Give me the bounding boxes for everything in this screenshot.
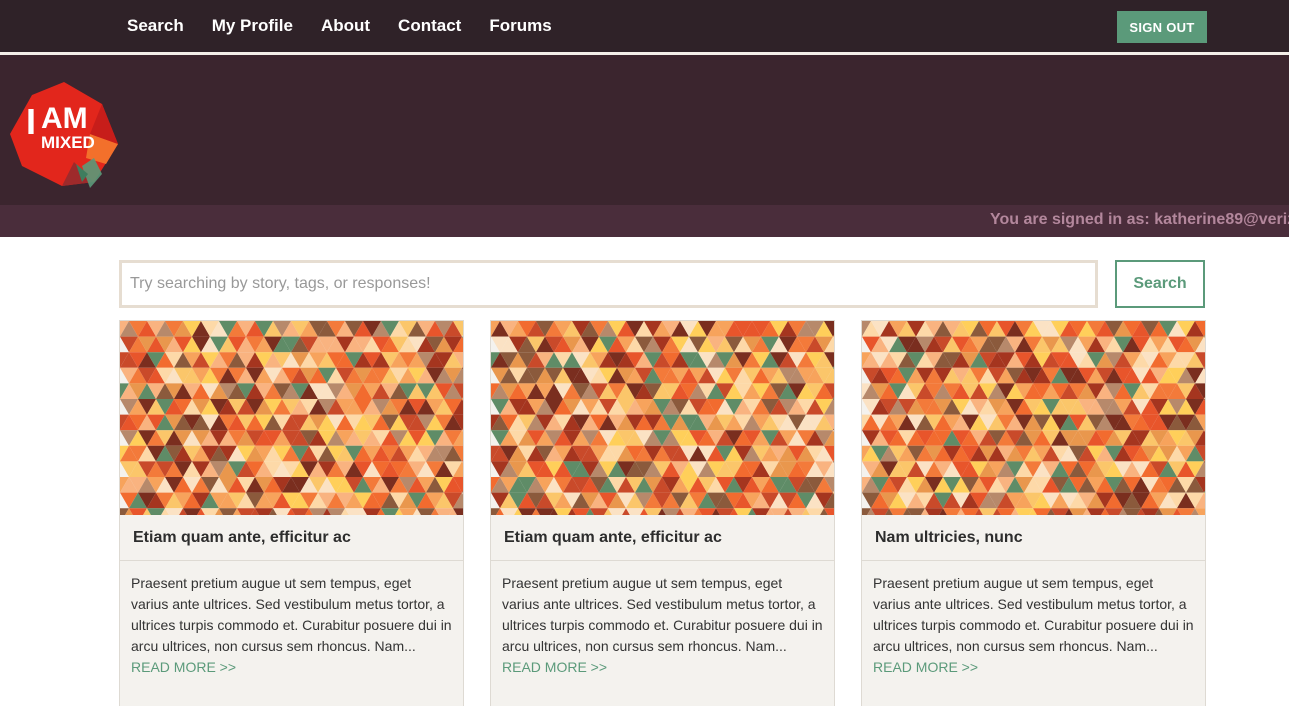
top-navbar: Search My Profile About Contact Forums S…: [0, 0, 1289, 52]
signed-in-text: You are signed in as: katherine89@verizo…: [990, 211, 1289, 228]
story-card-excerpt: Praesent pretium augue ut sem tempus, eg…: [120, 561, 463, 678]
excerpt-text: Praesent pretium augue ut sem tempus, eg…: [873, 575, 1194, 654]
story-card: Nam ultricies, nunc Praesent pretium aug…: [861, 320, 1206, 706]
nav-link-search[interactable]: Search: [127, 16, 184, 36]
search-button[interactable]: Search: [1115, 260, 1205, 308]
logo-letter-i: I: [26, 101, 36, 142]
read-more-link[interactable]: READ MORE >>: [131, 659, 236, 675]
story-card-image[interactable]: [862, 321, 1205, 515]
story-card-excerpt: Praesent pretium augue ut sem tempus, eg…: [862, 561, 1205, 678]
story-card: Etiam quam ante, efficitur ac Praesent p…: [490, 320, 835, 706]
header-banner: [0, 55, 1289, 205]
story-card-image[interactable]: [491, 321, 834, 515]
excerpt-text: Praesent pretium augue ut sem tempus, eg…: [502, 575, 823, 654]
iammixed-logo[interactable]: I AM MIXED: [10, 82, 122, 190]
sign-out-button[interactable]: SIGN OUT: [1117, 11, 1207, 43]
excerpt-text: Praesent pretium augue ut sem tempus, eg…: [131, 575, 452, 654]
session-bar: You are signed in as: katherine89@verizo…: [0, 205, 1289, 237]
nav-link-contact[interactable]: Contact: [398, 16, 461, 36]
story-card: Etiam quam ante, efficitur ac Praesent p…: [119, 320, 464, 706]
nav-link-forums[interactable]: Forums: [489, 16, 551, 36]
story-card-image[interactable]: [120, 321, 463, 515]
story-card-title[interactable]: Etiam quam ante, efficitur ac: [120, 515, 463, 561]
story-card-title[interactable]: Nam ultricies, nunc: [862, 515, 1205, 561]
read-more-link[interactable]: READ MORE >>: [873, 659, 978, 675]
story-card-excerpt: Praesent pretium augue ut sem tempus, eg…: [491, 561, 834, 678]
logo-text-am: AM: [41, 102, 88, 135]
nav-link-my-profile[interactable]: My Profile: [212, 16, 293, 36]
logo-text-mixed: MIXED: [41, 133, 95, 152]
nav-link-about[interactable]: About: [321, 16, 370, 36]
nav-links: Search My Profile About Contact Forums: [127, 0, 580, 52]
story-card-title[interactable]: Etiam quam ante, efficitur ac: [491, 515, 834, 561]
read-more-link[interactable]: READ MORE >>: [502, 659, 607, 675]
search-input[interactable]: [119, 260, 1098, 308]
